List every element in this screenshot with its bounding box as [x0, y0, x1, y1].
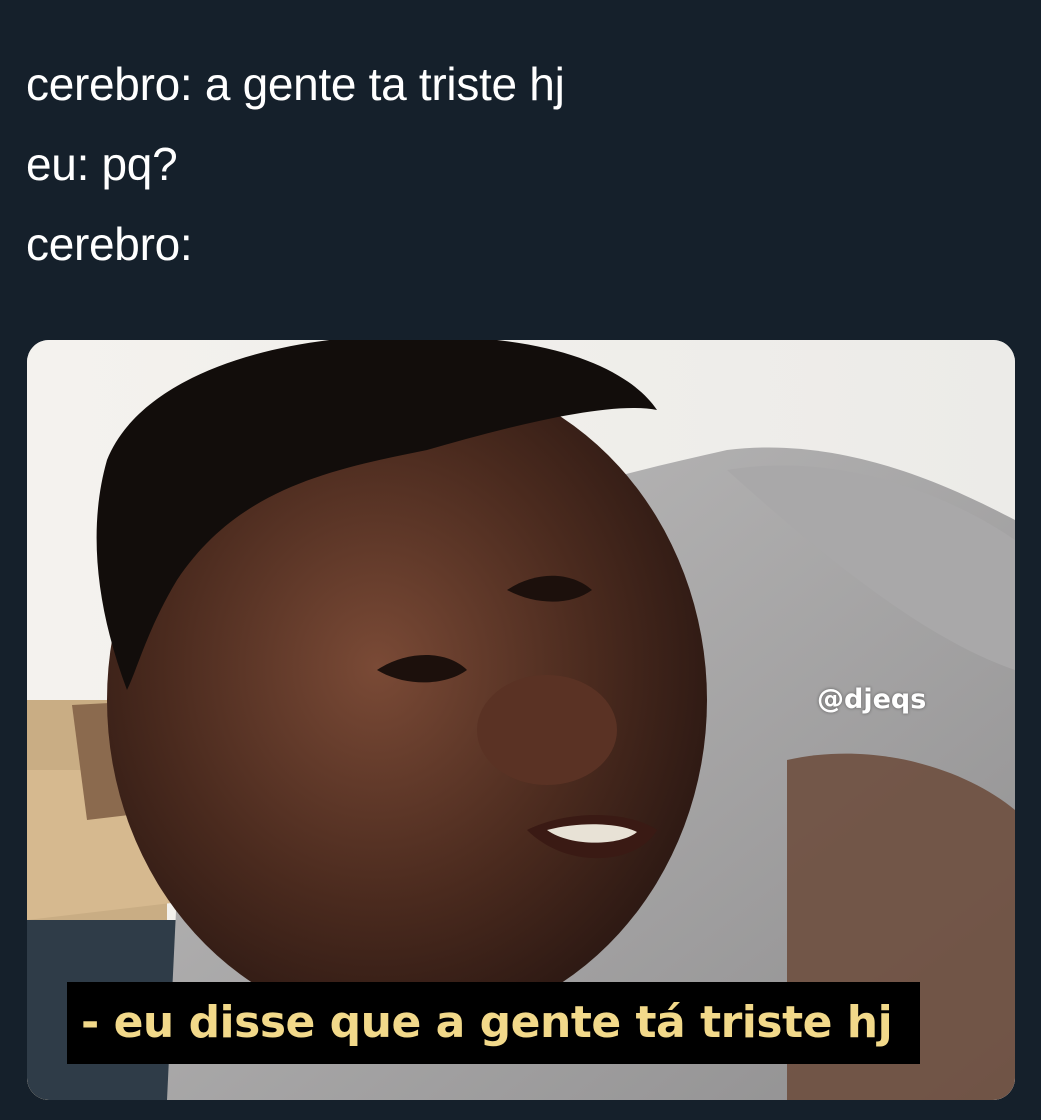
- watermark-text: @djeqs: [817, 684, 927, 715]
- post-text-line: cerebro: a gente ta triste hj: [26, 58, 565, 110]
- meme-post: cerebro: a gente ta triste hj eu: pq? ce…: [0, 0, 1041, 1120]
- post-text-line: eu: pq?: [26, 138, 178, 190]
- subtitle-caption: - eu disse que a gente tá triste hj: [67, 982, 921, 1064]
- post-media-image[interactable]: @djeqs - eu disse que a gente tá triste …: [27, 340, 1015, 1100]
- post-text: cerebro: a gente ta triste hj eu: pq? ce…: [26, 44, 565, 284]
- post-text-line: cerebro:: [26, 218, 193, 270]
